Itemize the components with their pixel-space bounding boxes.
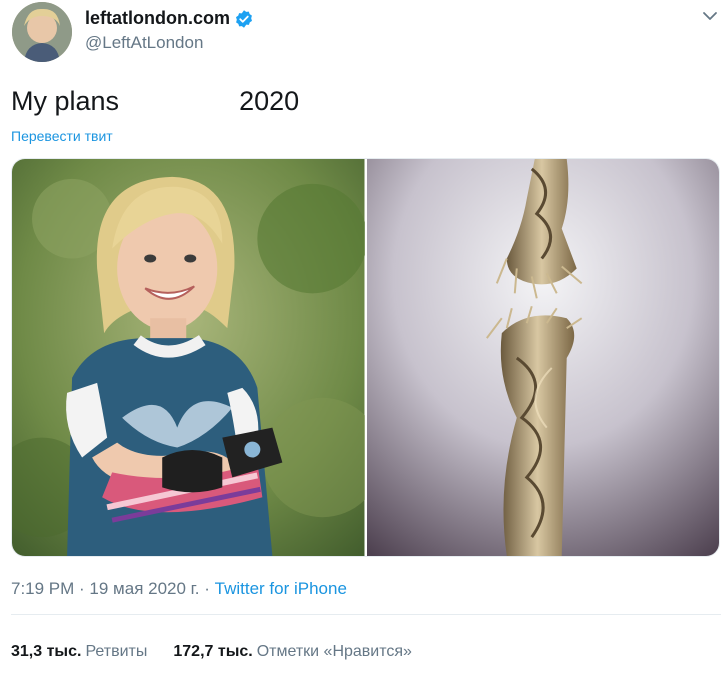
photo-smiling-girl[interactable]: [12, 159, 365, 556]
verified-badge-icon: [234, 9, 254, 29]
tweet-meta: 7:19 PM · 19 мая 2020 г. · Twitter for i…: [11, 579, 347, 599]
likes-count: 172,7 тыс.: [173, 643, 253, 660]
likes-stat[interactable]: 172,7 тыс. Отметки «Нравится»: [173, 643, 412, 661]
meta-separator: ·: [74, 579, 90, 598]
chevron-down-icon[interactable]: [700, 6, 720, 26]
display-name[interactable]: leftatlondon.com: [85, 8, 230, 29]
tweet-header: leftatlondon.com @LeftAtLondon: [12, 2, 722, 66]
tweet-time[interactable]: 7:19 PM: [11, 579, 74, 598]
media-grid: [11, 158, 720, 557]
translate-tweet-link[interactable]: Перевести твит: [11, 128, 113, 144]
divider: [11, 614, 721, 615]
avatar[interactable]: [12, 2, 72, 62]
retweets-label: Ретвиты: [85, 643, 148, 660]
handle[interactable]: @LeftAtLondon: [85, 33, 203, 53]
retweets-count: 31,3 тыс.: [11, 643, 82, 660]
likes-label: Отметки «Нравится»: [256, 643, 412, 660]
tweet-source-link[interactable]: Twitter for iPhone: [215, 579, 347, 598]
name-row: leftatlondon.com: [85, 8, 254, 29]
meta-separator-2: ·: [199, 579, 215, 598]
tweet-date[interactable]: 19 мая 2020 г.: [89, 579, 199, 598]
tweet-text: My plans 2020: [11, 86, 300, 116]
photo-fraying-rope[interactable]: [366, 159, 719, 556]
tweet-stats: 31,3 тыс. Ретвиты 172,7 тыс. Отметки «Нрав…: [11, 643, 412, 661]
retweets-stat[interactable]: 31,3 тыс. Ретвиты: [11, 643, 147, 661]
